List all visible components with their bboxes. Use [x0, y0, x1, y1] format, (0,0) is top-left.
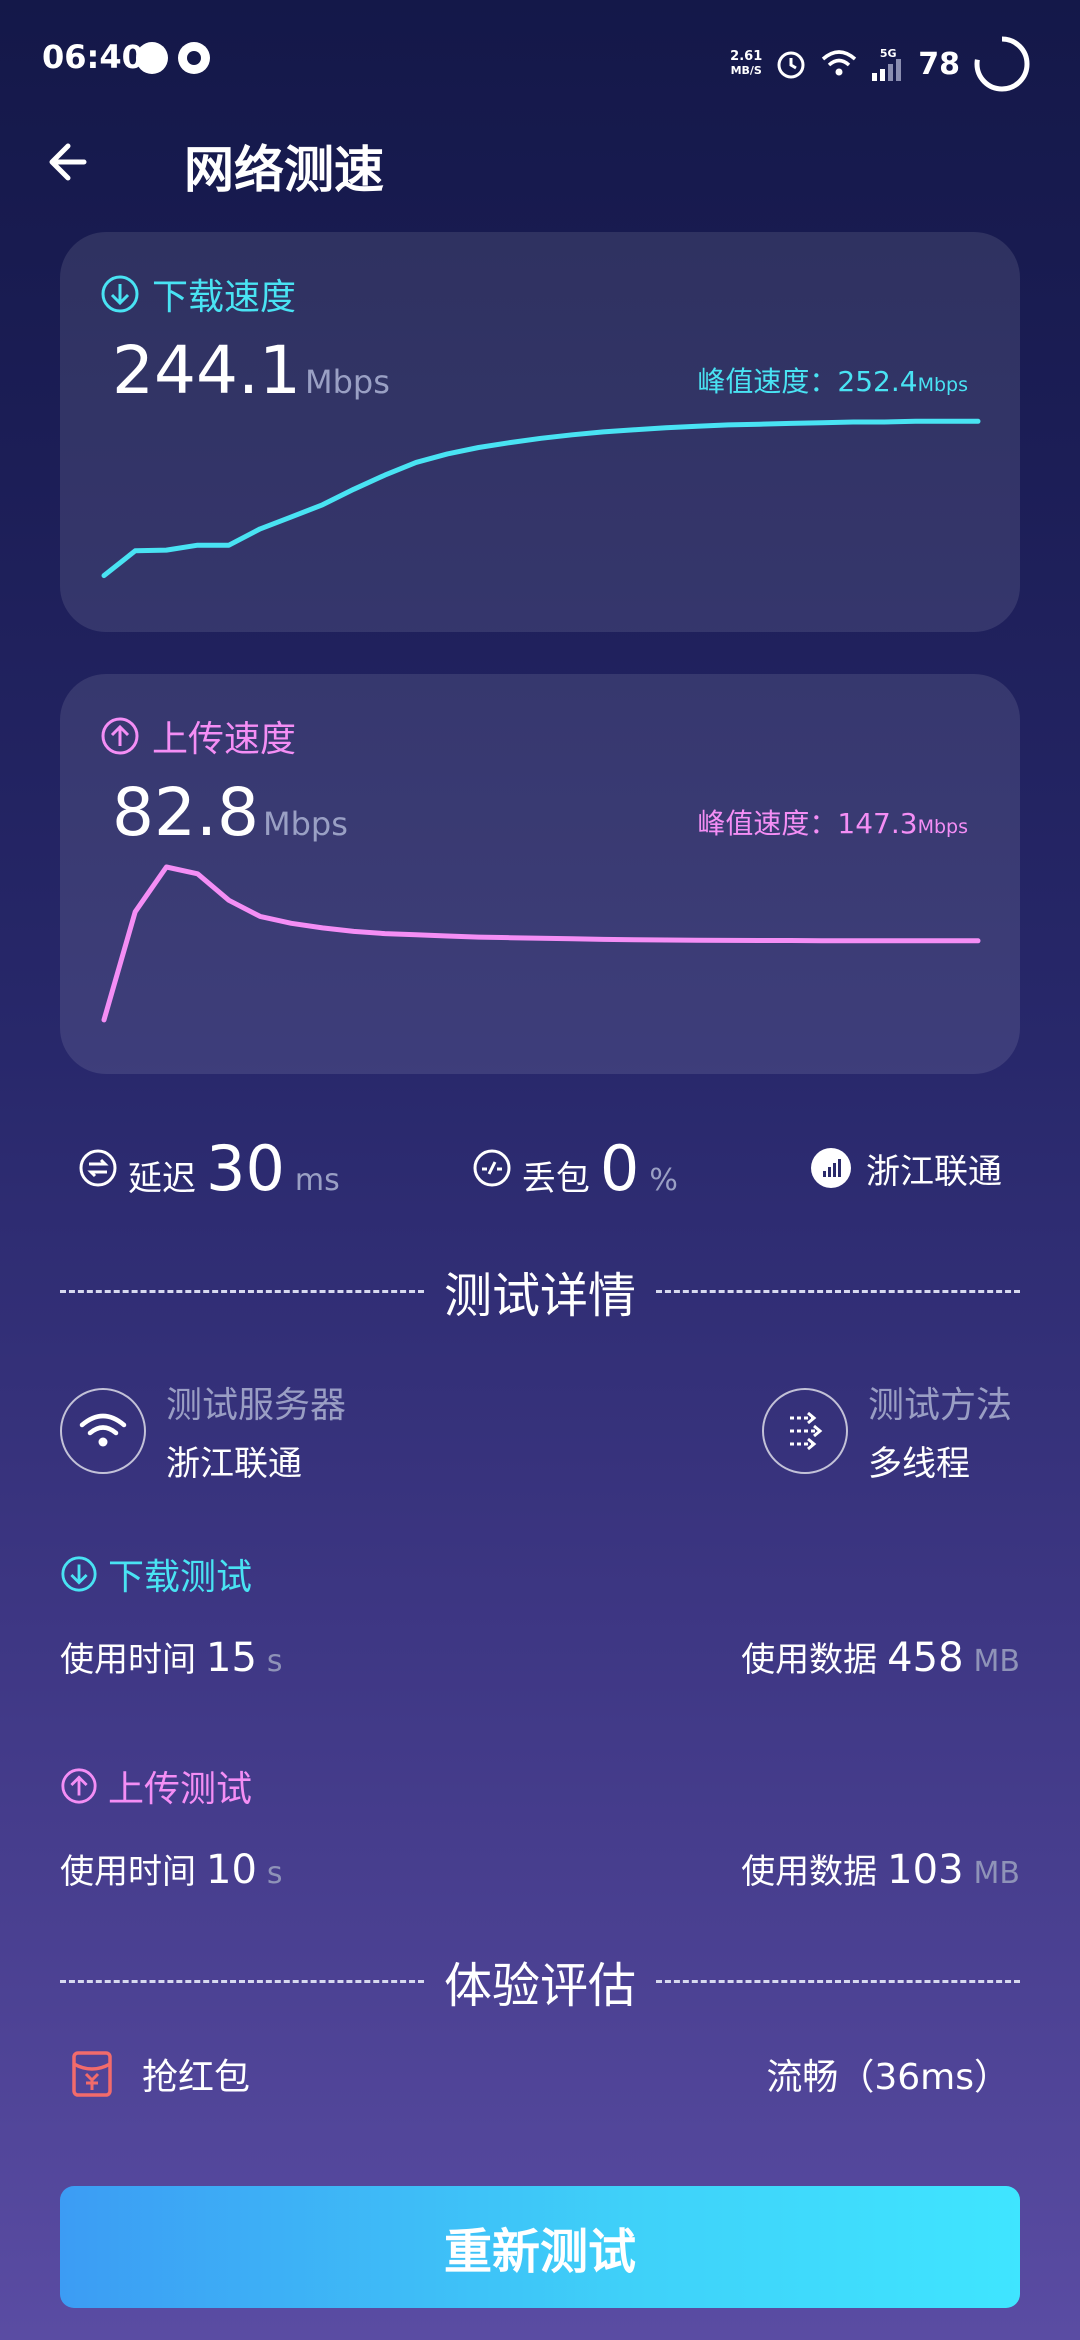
app-notification-icon: [178, 42, 210, 74]
upload-test-icon: [61, 1768, 97, 1804]
server-label: 测试服务器: [166, 1385, 347, 1426]
download-data-value: 458: [887, 1635, 964, 1681]
download-data-unit: MB: [973, 1644, 1020, 1679]
download-chart: [101, 418, 981, 579]
evaluation-row: 抢红包 流畅（36ms）: [70, 2048, 1010, 2100]
upload-peak-label: 峰值速度：: [697, 807, 838, 840]
packet-loss-value: 0: [599, 1131, 640, 1205]
server-value: 浙江联通: [166, 1444, 302, 1484]
battery-ring-icon: [974, 36, 1030, 92]
isp-signal-icon: [810, 1148, 851, 1188]
latency-metric: 延迟 30 ms: [78, 1132, 340, 1205]
upload-value: 82.8: [112, 774, 259, 851]
chart-series-line: [101, 418, 981, 579]
upload-data-label: 使用数据: [741, 1852, 878, 1892]
download-peak-label: 峰值速度：: [697, 365, 838, 398]
upload-chart: [101, 864, 981, 1023]
download-data-label: 使用数据: [741, 1640, 878, 1680]
battery-level: 78: [918, 46, 960, 82]
network-type: 5G: [879, 46, 897, 60]
evaluation-item-label: 抢红包: [142, 2057, 251, 2098]
test-method: 测试方法 多线程: [762, 1376, 1012, 1485]
cell-signal: 5G: [870, 48, 906, 81]
upload-label: 上传速度: [152, 719, 297, 760]
latency-label: 延迟: [128, 1158, 196, 1199]
evaluation-item-value: 流畅（36ms）: [766, 2057, 1010, 2098]
upload-data-unit: MB: [973, 1856, 1020, 1891]
download-data: 使用数据 458 MB: [741, 1632, 1020, 1681]
download-value: 244.1: [112, 332, 301, 409]
packet-loss-icon: [473, 1149, 511, 1187]
back-arrow-icon[interactable]: [44, 134, 100, 190]
wifi-icon: [822, 50, 857, 76]
packet-loss-unit: %: [649, 1162, 678, 1198]
wifi-circle-icon: [60, 1387, 146, 1474]
upload-icon: [101, 717, 139, 755]
test-server: 测试服务器 浙江联通: [60, 1376, 346, 1485]
latency-icon: [79, 1149, 117, 1187]
net-speed: 2.61 MB/S: [730, 49, 763, 78]
download-icon: [101, 275, 139, 313]
download-label: 下载速度: [152, 277, 297, 318]
signal-icon: [872, 58, 902, 81]
message-icon: [136, 42, 168, 74]
metrics-row: 延迟 30 ms 丢包 0 % 浙江联通: [78, 1128, 1002, 1208]
latency-value: 30: [206, 1131, 285, 1205]
download-value-group: 244.1 Mbps: [112, 332, 390, 409]
upload-data-value: 103: [887, 1847, 964, 1893]
page-title: 网络测速: [184, 141, 384, 199]
download-time-unit: s: [266, 1644, 283, 1679]
upload-card: 上传速度 82.8 Mbps 峰值速度：147.3Mbps: [60, 674, 1020, 1074]
upload-data: 使用数据 103 MB: [741, 1844, 1020, 1893]
evaluation-title: 体验评估: [444, 1958, 637, 2014]
retest-button[interactable]: 重新测试: [60, 2186, 1020, 2308]
packet-loss-label: 丢包: [521, 1158, 590, 1199]
details-title: 测试详情: [444, 1268, 637, 1324]
isp-name: 浙江联通: [865, 1151, 1002, 1192]
chart-series-line: [101, 864, 981, 1023]
status-right: 2.61 MB/S 5G 78: [730, 34, 1032, 94]
download-peak-unit: Mbps: [917, 374, 968, 396]
download-time-value: 15: [206, 1635, 257, 1681]
latency-unit: ms: [294, 1162, 340, 1198]
method-value: 多线程: [868, 1444, 970, 1484]
upload-time-unit: s: [266, 1856, 283, 1891]
isp-metric: 浙江联通: [810, 1144, 1002, 1193]
upload-value-group: 82.8 Mbps: [112, 774, 348, 851]
red-envelope-icon: [72, 2051, 112, 2097]
evaluation-divider: 体验评估: [60, 1946, 1021, 2016]
download-header: 下载速度: [100, 268, 296, 320]
alarm-icon: [777, 51, 805, 79]
upload-time-label: 使用时间: [60, 1852, 196, 1892]
method-label: 测试方法: [868, 1385, 1013, 1426]
download-time-label: 使用时间: [60, 1640, 196, 1680]
upload-test-header: 上传测试: [60, 1760, 252, 1812]
upload-header: 上传速度: [100, 710, 296, 762]
upload-peak-unit: Mbps: [917, 816, 968, 838]
upload-time: 使用时间 10 s: [60, 1844, 283, 1893]
upload-unit: Mbps: [262, 805, 348, 843]
packet-loss-metric: 丢包 0 %: [472, 1132, 678, 1205]
download-test-label: 下载测试: [108, 1557, 253, 1598]
upload-peak: 峰值速度：147.3Mbps: [697, 802, 968, 842]
download-test-header: 下载测试: [60, 1548, 252, 1600]
download-peak: 峰值速度：252.4Mbps: [697, 360, 968, 400]
download-card: 下载速度 244.1 Mbps 峰值速度：252.4Mbps: [60, 232, 1020, 632]
upload-test-label: 上传测试: [108, 1769, 253, 1810]
status-time: 06:40: [42, 38, 144, 76]
details-divider: 测试详情: [60, 1256, 1021, 1326]
download-unit: Mbps: [304, 363, 390, 401]
download-peak-value: 252.4: [837, 365, 918, 398]
upload-peak-value: 147.3: [837, 807, 918, 840]
download-test-icon: [61, 1556, 97, 1592]
download-time: 使用时间 15 s: [60, 1632, 283, 1681]
multithread-icon: [762, 1387, 848, 1474]
upload-time-value: 10: [206, 1847, 257, 1893]
